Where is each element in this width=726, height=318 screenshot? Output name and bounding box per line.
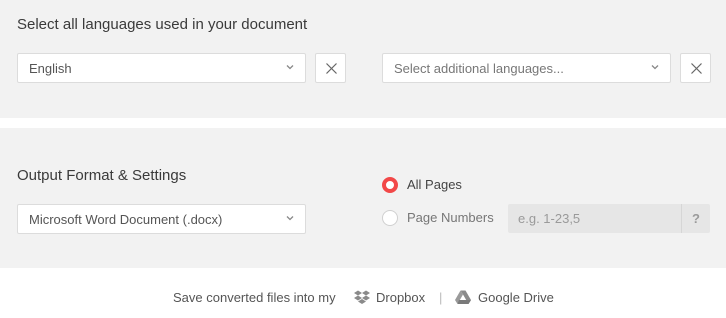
clear-additional-languages-button[interactable] <box>680 53 711 83</box>
output-format-value: Microsoft Word Document (.docx) <box>29 212 223 227</box>
primary-language-value: English <box>29 61 72 76</box>
output-panel: Output Format & Settings Microsoft Word … <box>0 128 726 268</box>
additional-languages-placeholder: Select additional languages... <box>394 61 564 76</box>
dropbox-icon <box>354 290 370 304</box>
radio-page-numbers[interactable] <box>382 210 398 226</box>
google-drive-icon <box>455 290 471 304</box>
chevron-down-icon <box>651 65 659 70</box>
footer-separator: | <box>439 290 443 305</box>
save-to-cloud-footer: Save converted files into my Dropbox | G… <box>0 268 726 318</box>
radio-all-pages[interactable] <box>382 177 398 193</box>
close-icon <box>691 63 702 74</box>
save-to-text: Save converted files into my <box>173 290 336 305</box>
chevron-down-icon <box>286 65 294 70</box>
primary-language-select[interactable]: English <box>17 53 306 83</box>
page-numbers-input[interactable]: e.g. 1-23,5 ? <box>508 204 710 233</box>
close-icon <box>326 63 337 74</box>
clear-primary-language-button[interactable] <box>315 53 346 83</box>
google-drive-link[interactable]: Google Drive <box>478 290 554 305</box>
page-numbers-help-button[interactable]: ? <box>681 204 710 233</box>
additional-languages-select[interactable]: Select additional languages... <box>382 53 671 83</box>
page-numbers-placeholder: e.g. 1-23,5 <box>518 211 581 226</box>
language-heading: Select all languages used in your docume… <box>17 16 308 33</box>
output-heading: Output Format & Settings <box>17 167 187 184</box>
chevron-down-icon <box>286 216 294 221</box>
radio-page-numbers-label[interactable]: Page Numbers <box>407 210 494 225</box>
output-format-select[interactable]: Microsoft Word Document (.docx) <box>17 204 306 234</box>
dropbox-link[interactable]: Dropbox <box>376 290 425 305</box>
language-panel: Select all languages used in your docume… <box>0 0 726 118</box>
radio-all-pages-label[interactable]: All Pages <box>407 177 462 192</box>
